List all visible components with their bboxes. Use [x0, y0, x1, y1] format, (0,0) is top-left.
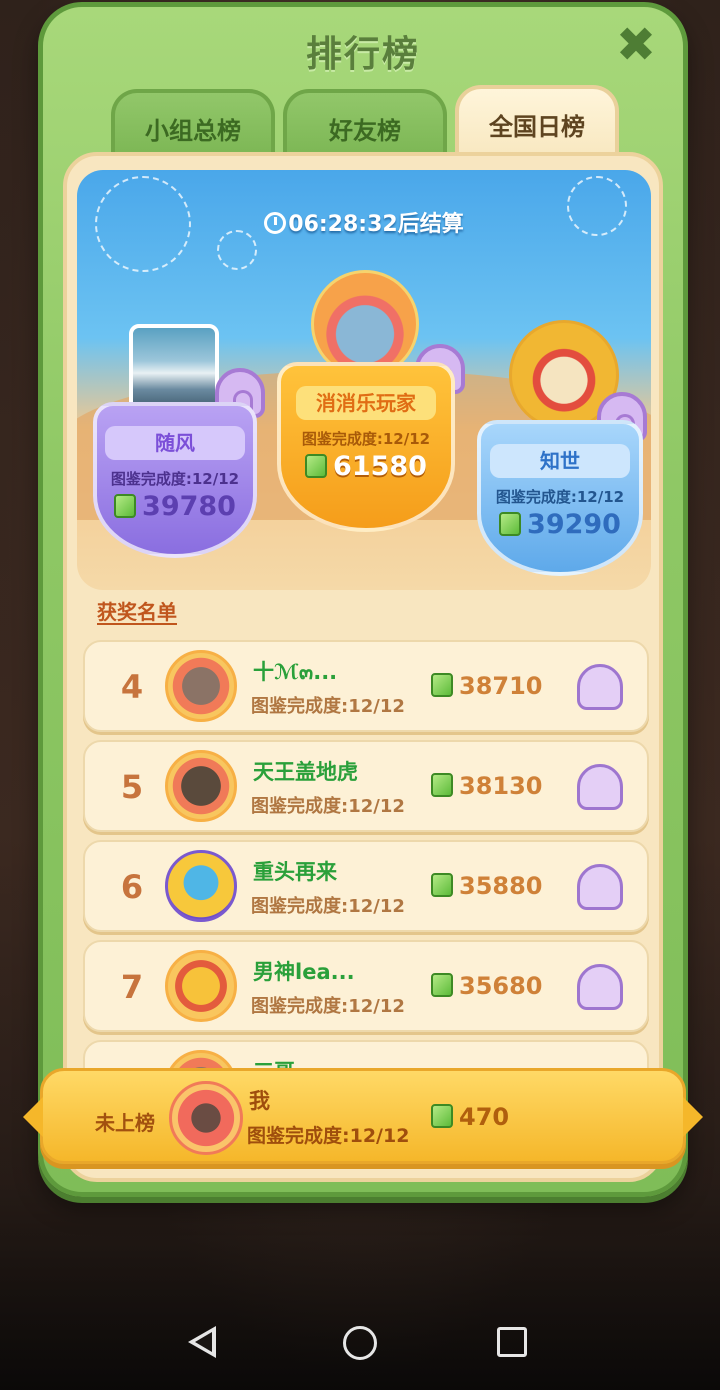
podium-second-completion: 图鉴完成度:12/12	[110, 470, 240, 488]
player-name: 十ℳ๓...	[253, 660, 338, 684]
completion-text: 图鉴完成度:12/12	[251, 896, 405, 917]
avatar	[165, 850, 237, 922]
podium-third: 知世 图鉴完成度:12/12 39290	[477, 420, 643, 576]
my-name: 我	[249, 1089, 270, 1113]
close-icon[interactable]: ✖	[611, 21, 661, 71]
completion-text: 图鉴完成度:12/12	[251, 796, 405, 817]
my-rank-bar: 未上榜 我 图鉴完成度:12/12 470	[23, 1068, 703, 1164]
my-score: 470	[459, 1103, 510, 1131]
home-icon[interactable]	[343, 1326, 377, 1360]
player-name: 天王盖地虎	[253, 760, 358, 784]
recent-apps-icon[interactable]	[497, 1327, 527, 1357]
podium: 06:28:32后结算 消消乐玩家 图鉴完成度:12/12 61580 随风 图…	[77, 170, 651, 590]
rank-number: 6	[120, 868, 144, 906]
gem-icon	[499, 512, 522, 536]
countdown-text: 06:28:32后结算	[288, 212, 464, 237]
list-item[interactable]: 7 男神lea... 图鉴完成度:12/12 35680	[83, 940, 649, 1032]
completion-text: 图鉴完成度:12/12	[251, 696, 405, 717]
score: 38130	[459, 772, 543, 800]
podium-first-score: 61580	[333, 451, 427, 482]
completion-text: 图鉴完成度:12/12	[251, 996, 405, 1017]
list-item[interactable]: 6 重头再来 图鉴完成度:12/12 35880	[83, 840, 649, 932]
leaderboard-dialog: 排行榜 ✖ 小组总榜 好友榜 全国日榜 06:28:32后结算 消消乐玩家 图鉴…	[38, 2, 688, 1197]
rank-number: 4	[120, 668, 144, 706]
avatar	[165, 950, 237, 1022]
back-icon[interactable]	[188, 1326, 216, 1358]
podium-second-name: 随风	[105, 426, 245, 460]
leaderboard-content: 06:28:32后结算 消消乐玩家 图鉴完成度:12/12 61580 随风 图…	[63, 152, 663, 1182]
my-rank-status: 未上榜	[95, 1111, 155, 1135]
rank-number: 5	[120, 768, 144, 806]
player-name: 男神lea...	[253, 960, 355, 984]
avatar-rank-2[interactable]	[129, 324, 219, 414]
my-completion: 图鉴完成度:12/12	[247, 1125, 410, 1147]
neck-pillow-icon	[577, 864, 623, 910]
rank-number: 7	[120, 968, 144, 1006]
neck-pillow-icon	[577, 764, 623, 810]
ranking-list: 4 十ℳ๓... 图鉴完成度:12/12 38710 5 天王盖地虎 图鉴完成度…	[83, 640, 649, 1140]
podium-first: 消消乐玩家 图鉴完成度:12/12 61580	[277, 362, 455, 532]
neck-pillow-icon	[577, 664, 623, 710]
my-avatar[interactable]	[169, 1081, 243, 1155]
neck-pillow-icon	[577, 964, 623, 1010]
dialog-title: 排行榜	[305, 34, 420, 75]
player-name: 重头再来	[253, 860, 337, 884]
podium-third-name: 知世	[490, 444, 630, 478]
list-item[interactable]: 4 十ℳ๓... 图鉴完成度:12/12 38710	[83, 640, 649, 732]
podium-third-score: 39290	[527, 509, 621, 540]
score: 35880	[459, 872, 543, 900]
score: 38710	[459, 672, 543, 700]
gem-icon	[431, 1104, 453, 1128]
score: 35680	[459, 972, 543, 1000]
winners-list-link[interactable]: 获奖名单	[97, 596, 177, 625]
clock-icon	[264, 212, 287, 234]
gem-icon	[431, 773, 453, 797]
gem-icon	[114, 494, 137, 518]
list-item[interactable]: 5 天王盖地虎 图鉴完成度:12/12 38130	[83, 740, 649, 832]
podium-first-name: 消消乐玩家	[296, 386, 436, 420]
avatar	[165, 750, 237, 822]
podium-second: 随风 图鉴完成度:12/12 39780	[93, 402, 257, 558]
podium-first-completion: 图鉴完成度:12/12	[301, 430, 431, 448]
gem-icon	[431, 673, 453, 697]
avatar	[165, 650, 237, 722]
gem-icon	[431, 973, 453, 997]
podium-third-completion: 图鉴完成度:12/12	[495, 488, 625, 506]
gem-icon	[431, 873, 453, 897]
system-nav-bar	[0, 1300, 720, 1390]
podium-second-score: 39780	[142, 491, 236, 522]
tab-bar: 小组总榜 好友榜 全国日榜	[111, 85, 621, 165]
gem-icon	[305, 454, 328, 478]
countdown-timer: 06:28:32后结算	[77, 206, 651, 238]
